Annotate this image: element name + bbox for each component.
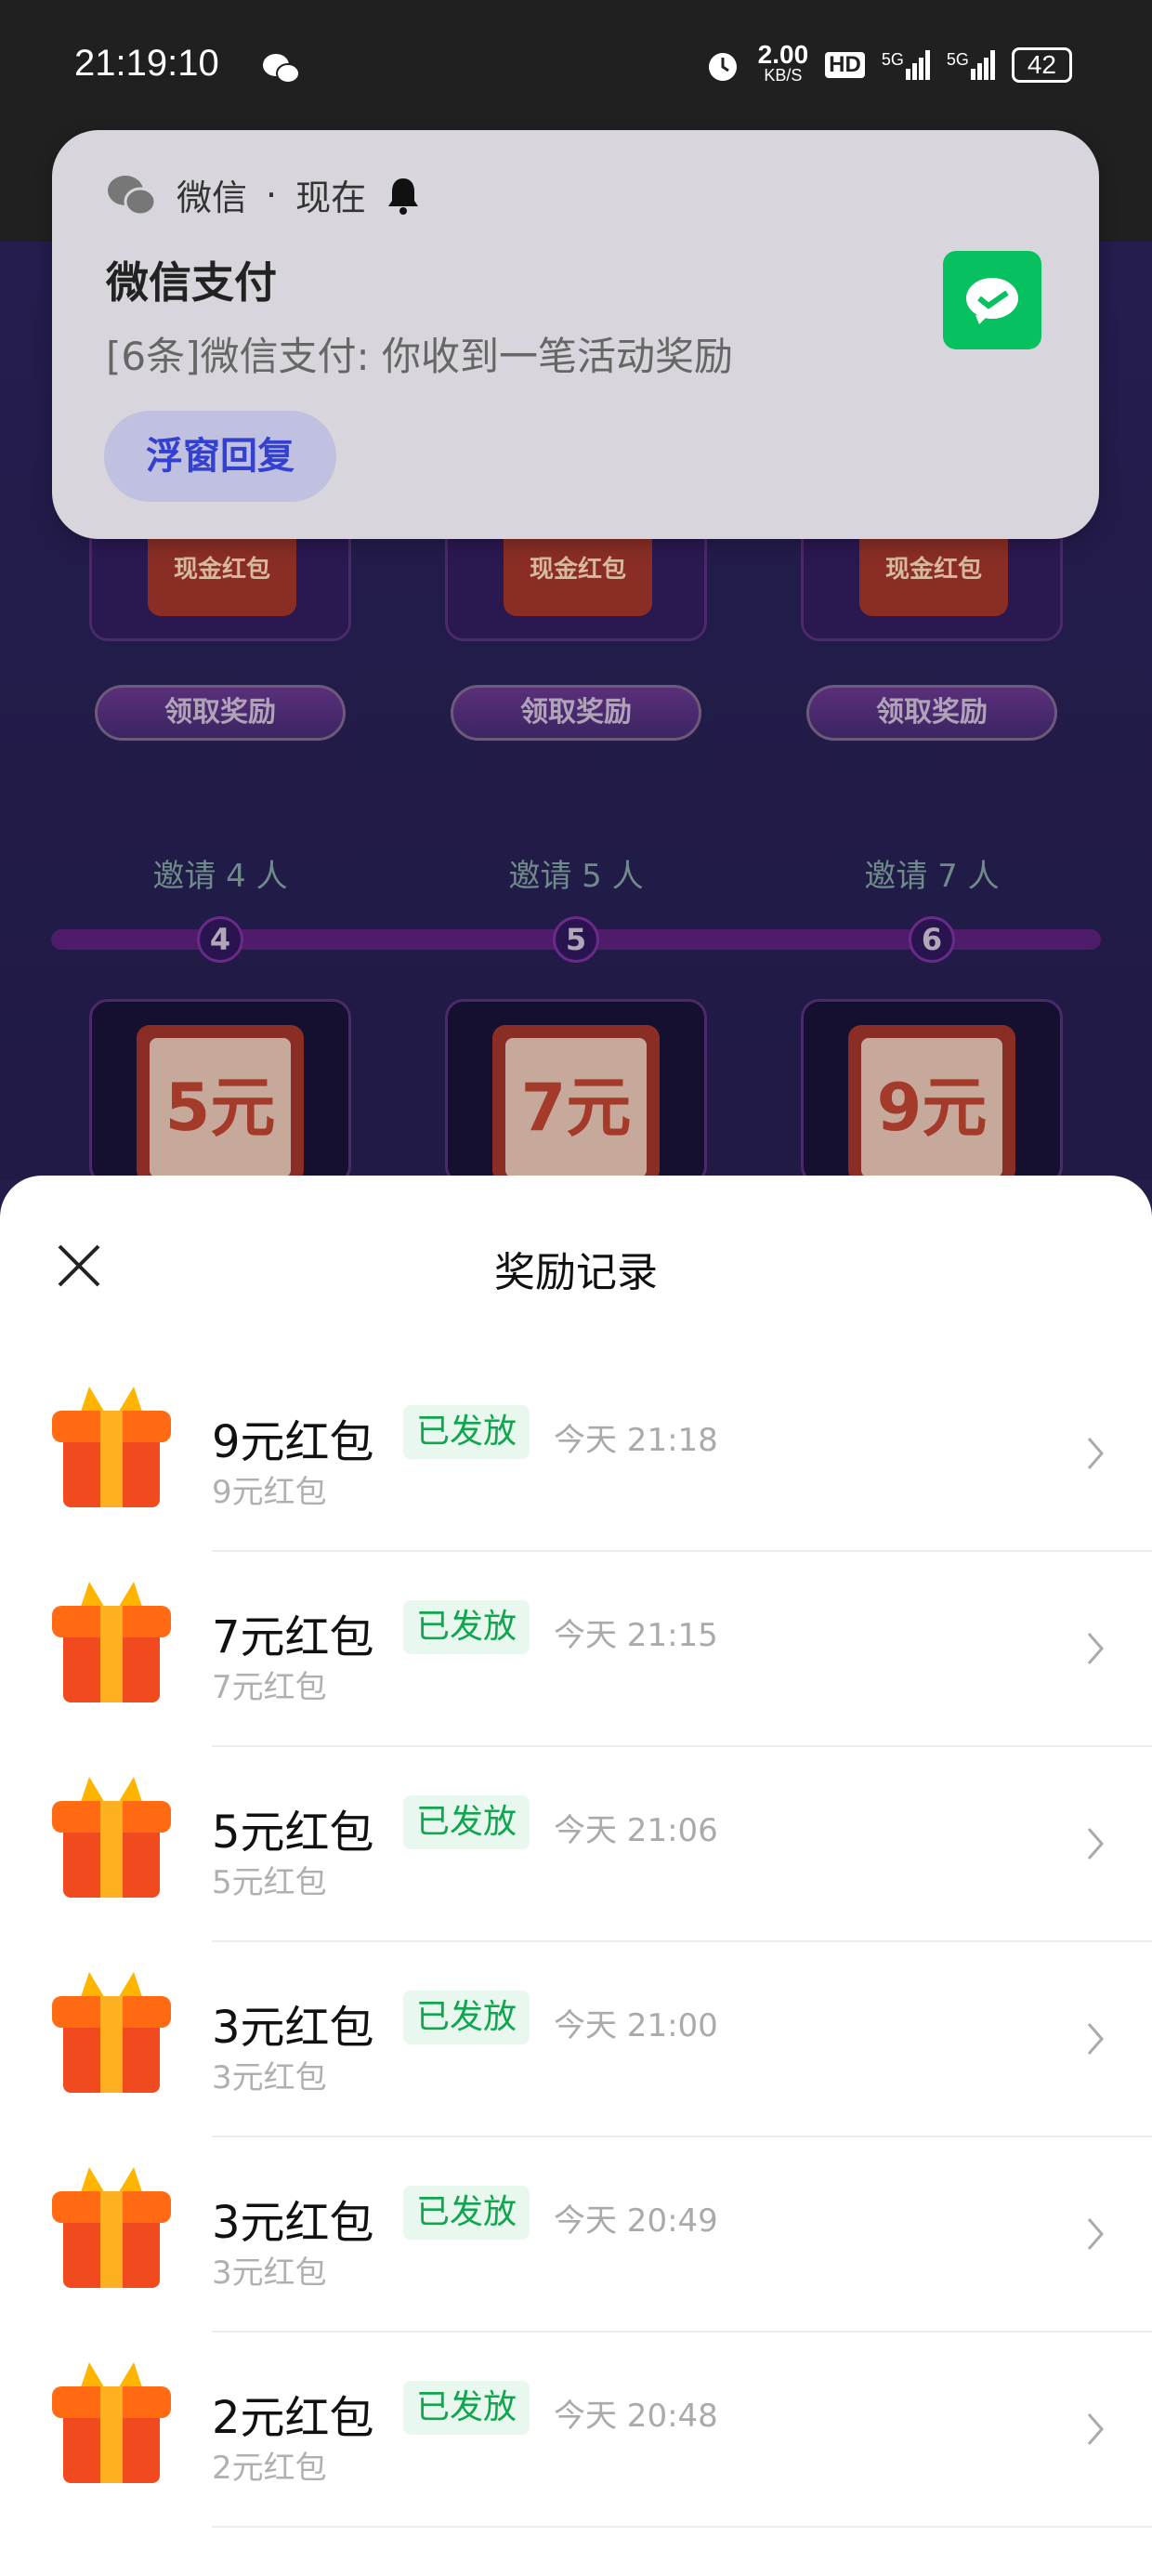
network-type: 5G (881, 50, 904, 69)
reward-record-item[interactable]: 7元红包 已发放 今天 21:15 7元红包 (0, 1552, 1152, 1747)
record-title: 3元红包 (212, 2002, 374, 2054)
status-badge: 已发放 (403, 2186, 530, 2240)
ticket-amount: 5元 (150, 1038, 291, 1177)
gift-icon (52, 2362, 171, 2483)
reward-records-sheet: 奖励记录 9元红包 已发放 今天 21:18 9元红包 7元红包 已发放 今天 … (0, 1176, 1152, 2576)
record-subtitle: 9元红包 (212, 1474, 327, 1511)
wechat-pay-icon (943, 251, 1041, 349)
record-title: 9元红包 (212, 1416, 374, 1468)
ticket-amount: 7元 (505, 1038, 647, 1177)
alarm-icon (708, 53, 737, 81)
invite-label: 邀请 5 人 (508, 858, 644, 895)
notification-app: 微信 (177, 177, 248, 218)
chevron-right-icon (1087, 1633, 1104, 1664)
reward-record-item[interactable]: 3元红包 已发放 今天 20:49 3元红包 (0, 2137, 1152, 2333)
chevron-right-icon (1087, 1438, 1104, 1469)
sheet-title: 奖励记录 (494, 1249, 658, 1296)
gift-icon (52, 1582, 171, 1702)
red-packet-ticket: 7元 (492, 1025, 660, 1183)
record-subtitle: 3元红包 (212, 2254, 327, 2292)
separator: · (266, 174, 278, 216)
record-time: 今天 21:06 (554, 1812, 718, 1849)
net-speed: 2.00 (757, 40, 809, 69)
claim-reward-button[interactable]: 领取奖励 (451, 685, 701, 741)
float-reply-button[interactable]: 浮窗回复 (104, 411, 336, 502)
battery-indicator: 42 (1011, 47, 1072, 83)
claim-reward-button[interactable]: 领取奖励 (806, 685, 1057, 741)
status-badge: 已发放 (403, 2381, 530, 2435)
net-unit: KB/S (764, 66, 803, 85)
record-title: 2元红包 (212, 2392, 374, 2444)
ticket-amount: 9元 (861, 1038, 1002, 1177)
wechat-icon (108, 175, 157, 216)
reward-record-item[interactable]: 3元红包 已发放 今天 21:00 3元红包 (0, 1942, 1152, 2137)
signal-icon-2: 5G (947, 50, 995, 80)
status-badge: 已发放 (403, 1405, 530, 1459)
milestone-node: 5 (553, 916, 599, 963)
record-subtitle: 2元红包 (212, 2450, 327, 2487)
chevron-right-icon (1087, 2218, 1104, 2250)
record-time: 今天 21:15 (554, 1617, 718, 1654)
notification-banner[interactable]: 微信 · 现在 微信支付 [6条]微信支付: 你收到一笔活动奖励 浮窗回复 (52, 130, 1099, 539)
gift-icon (52, 1387, 171, 1507)
chevron-right-icon (1087, 2023, 1104, 2055)
status-badge: 已发放 (403, 1991, 530, 2044)
status-badge: 已发放 (403, 1795, 530, 1849)
reward-record-item[interactable]: 5元红包 已发放 今天 21:06 5元红包 (0, 1747, 1152, 1942)
clock: 21:19:10 (74, 43, 219, 84)
hd-icon: HD (825, 52, 865, 78)
milestone-node: 6 (909, 916, 955, 963)
record-title: 5元红包 (212, 1807, 374, 1859)
chevron-right-icon (1087, 1828, 1104, 1860)
record-time: 今天 21:00 (554, 2007, 718, 2044)
gift-icon (52, 2167, 171, 2288)
status-badge: 已发放 (403, 1600, 530, 1654)
milestone-node: 4 (197, 916, 243, 963)
notification-body: [6条]微信支付: 你收到一笔活动奖励 (106, 334, 733, 379)
wechat-icon (263, 54, 300, 84)
gift-icon (52, 1972, 171, 2093)
record-subtitle: 7元红包 (212, 1669, 327, 1706)
record-subtitle: 3元红包 (212, 2059, 327, 2096)
record-time: 今天 20:48 (554, 2398, 718, 2435)
record-title: 3元红包 (212, 2197, 374, 2249)
gift-icon (52, 1777, 171, 1898)
notification-time: 现在 (295, 177, 367, 218)
notification-title: 微信支付 (106, 257, 277, 308)
invite-label: 邀请 7 人 (864, 858, 1000, 895)
record-title: 7元红包 (212, 1611, 374, 1663)
red-packet-ticket: 5元 (137, 1025, 304, 1183)
invite-label: 邀请 4 人 (152, 858, 288, 895)
network-type-2: 5G (946, 50, 969, 69)
divider (212, 2526, 1152, 2528)
chevron-right-icon (1087, 2413, 1104, 2445)
record-subtitle: 5元红包 (212, 1864, 327, 1901)
red-packet-ticket: 9元 (848, 1025, 1015, 1183)
signal-icon: 5G (882, 50, 930, 80)
claim-reward-button[interactable]: 领取奖励 (95, 685, 346, 741)
record-time: 今天 21:18 (554, 1422, 718, 1459)
record-time: 今天 20:49 (554, 2202, 718, 2240)
reward-record-item[interactable]: 9元红包 已发放 今天 21:18 9元红包 (0, 1357, 1152, 1552)
reward-record-item[interactable]: 2元红包 已发放 今天 20:48 2元红包 (0, 2333, 1152, 2528)
bell-icon (388, 177, 419, 215)
